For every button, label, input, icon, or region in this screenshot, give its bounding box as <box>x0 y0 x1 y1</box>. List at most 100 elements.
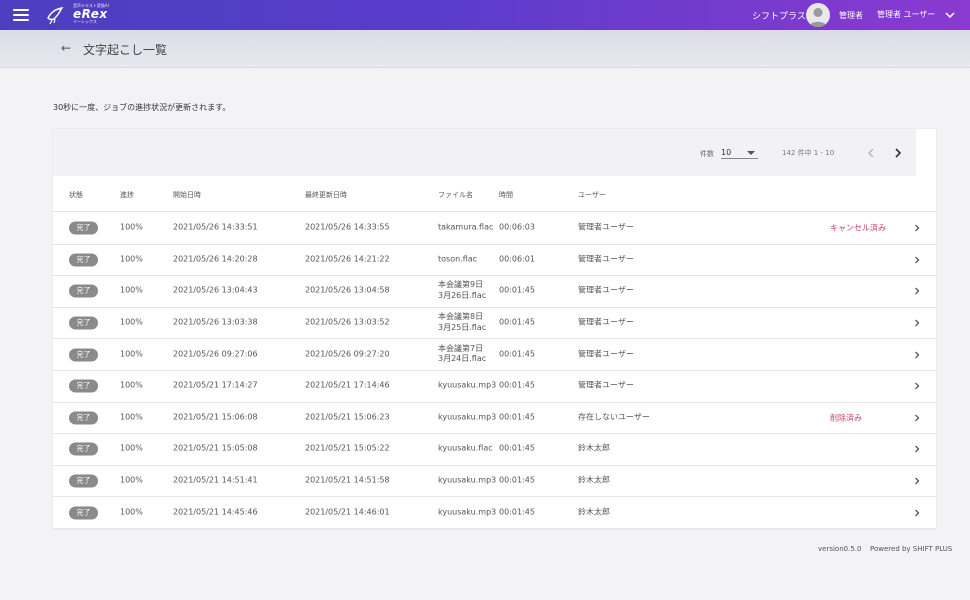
table-row[interactable]: 完了 100% 2021/05/26 14:20:28 2021/05/26 14:2… <box>53 245 936 277</box>
cell-updated-time: 2021/05/26 14:21:22 <box>305 254 390 264</box>
table-row[interactable]: 完了 100% 2021/05/26 09:27:06 2021/05/26 09:2… <box>53 339 936 371</box>
status-badge: 完了 <box>69 379 98 393</box>
cell-start-time: 2021/05/21 15:06:08 <box>173 412 258 422</box>
cell-duration: 00:01:45 <box>499 286 535 296</box>
chevron-right-icon[interactable] <box>913 476 921 486</box>
bird-logo-icon <box>47 7 64 25</box>
chevron-right-icon[interactable] <box>913 444 921 454</box>
pagination-bar: 件数 10 142 件中 1 - 10 <box>53 129 916 176</box>
cell-file-name: kyuusaku.flac <box>438 444 493 454</box>
cell-user: 管理者ユーザー <box>578 254 634 264</box>
cell-duration: 00:06:03 <box>499 222 535 232</box>
cell-duration: 00:01:45 <box>499 507 535 517</box>
app-logo[interactable]: 音声テキスト変換AI eRex イーレックス <box>45 3 109 25</box>
cell-file-name: takamura.flac <box>438 222 494 232</box>
cell-file-name: 本会議第8日 3月25日.flac <box>438 312 487 333</box>
cell-start-time: 2021/05/21 14:51:41 <box>173 475 258 485</box>
hamburger-menu-icon[interactable] <box>10 7 32 23</box>
column-header-updated[interactable]: 最終更新日時 <box>305 190 347 200</box>
cell-updated-time: 2021/05/21 14:51:58 <box>305 475 390 485</box>
cell-updated-time: 2021/05/21 14:46:01 <box>305 507 390 517</box>
cell-user: 鈴木太郎 <box>578 444 610 454</box>
table-header: 状態 進捗 開始日時 最終更新日時 ファイル名 時間 ユーザー <box>53 176 936 212</box>
user-menu-button[interactable]: 管理者 ユーザー <box>877 9 955 20</box>
cell-progress: 100% <box>120 222 143 232</box>
cell-updated-time: 2021/05/21 17:14:46 <box>305 380 390 390</box>
column-header-user[interactable]: ユーザー <box>578 190 606 200</box>
chevron-down-icon <box>945 11 955 18</box>
table-row[interactable]: 完了 100% 2021/05/21 15:06:08 2021/05/21 15:0… <box>53 403 936 435</box>
table-row[interactable]: 完了 100% 2021/05/21 14:51:41 2021/05/21 14:5… <box>53 466 936 498</box>
cell-user: 鈴木太郎 <box>578 507 610 517</box>
chevron-right-icon[interactable] <box>891 146 905 160</box>
page-header: ← 文字起こし一覧 <box>0 30 970 68</box>
cell-file-name: toson.flac <box>438 254 478 264</box>
cell-start-time: 2021/05/26 14:33:51 <box>173 222 258 232</box>
status-badge: 完了 <box>69 506 98 520</box>
chevron-right-icon[interactable] <box>913 286 921 296</box>
jobs-table-card: 件数 10 142 件中 1 - 10 状態 進捗 開始日時 最終更新日時 ファ… <box>53 129 936 529</box>
table-row[interactable]: 完了 100% 2021/05/21 14:45:46 2021/05/21 14:4… <box>53 497 936 529</box>
cell-progress: 100% <box>120 475 143 485</box>
per-page-label: 件数 <box>700 150 714 158</box>
cell-progress: 100% <box>120 254 143 264</box>
cell-user: 存在しないユーザー <box>578 412 650 422</box>
table-row[interactable]: 完了 100% 2021/05/26 13:04:43 2021/05/26 13:0… <box>53 276 936 308</box>
column-header-status[interactable]: 状態 <box>69 190 83 200</box>
status-badge: 完了 <box>69 316 98 330</box>
cell-updated-time: 2021/05/26 09:27:20 <box>305 349 390 359</box>
cell-duration: 00:01:45 <box>499 412 535 422</box>
status-badge: 完了 <box>69 253 98 267</box>
organization-name: シフトプラス <box>752 12 806 22</box>
cell-duration: 00:01:45 <box>499 475 535 485</box>
chevron-right-icon[interactable] <box>913 318 921 328</box>
table-row[interactable]: 完了 100% 2021/05/26 14:33:51 2021/05/26 14:3… <box>53 213 936 245</box>
status-badge: 完了 <box>69 442 98 456</box>
per-page-select[interactable]: 10 <box>721 145 758 159</box>
cell-updated-time: 2021/05/21 15:05:22 <box>305 444 390 454</box>
logo-tagline: 音声テキスト変換AI <box>73 3 109 8</box>
cell-duration: 00:01:45 <box>499 444 535 454</box>
status-badge: 完了 <box>69 474 98 488</box>
cell-updated-time: 2021/05/21 15:06:23 <box>305 412 390 422</box>
chevron-right-icon[interactable] <box>913 508 921 518</box>
cell-file-name: kyuusaku.mp3 <box>438 507 497 517</box>
pagination-range: 142 件中 1 - 10 <box>782 149 835 157</box>
status-badge: 完了 <box>69 221 98 235</box>
cell-file-name: 本会議第9日 3月26日.flac <box>438 280 487 301</box>
column-header-file[interactable]: ファイル名 <box>438 190 473 200</box>
chevron-right-icon[interactable] <box>913 350 921 360</box>
refresh-notice: 30秒に一度、ジョブの進捗状況が更新されます。 <box>53 103 231 112</box>
chevron-left-icon[interactable] <box>864 146 878 160</box>
cell-duration: 00:01:45 <box>499 380 535 390</box>
logo-subtitle: イーレックス <box>73 19 97 24</box>
cell-file-name: kyuusaku.mp3 <box>438 412 497 422</box>
cell-duration: 00:06:01 <box>499 254 535 264</box>
table-row[interactable]: 完了 100% 2021/05/21 15:05:08 2021/05/21 15:0… <box>53 434 936 466</box>
chevron-right-icon[interactable] <box>913 255 921 265</box>
user-role: 管理者 <box>839 11 863 20</box>
table-row[interactable]: 完了 100% 2021/05/21 17:14:27 2021/05/21 17:1… <box>53 371 936 403</box>
cell-updated-time: 2021/05/26 13:04:58 <box>305 286 390 296</box>
column-header-start[interactable]: 開始日時 <box>173 190 201 200</box>
avatar-person-icon <box>809 8 827 27</box>
cell-user: 管理者ユーザー <box>578 349 634 359</box>
status-badge: 完了 <box>69 411 98 425</box>
status-badge: 完了 <box>69 348 98 362</box>
column-header-duration[interactable]: 時間 <box>499 190 513 200</box>
chevron-right-icon[interactable] <box>913 381 921 391</box>
cell-start-time: 2021/05/26 09:27:06 <box>173 349 258 359</box>
cell-progress: 100% <box>120 444 143 454</box>
arrow-left-icon[interactable]: ← <box>61 41 71 55</box>
table-row[interactable]: 完了 100% 2021/05/26 13:03:38 2021/05/26 13:0… <box>53 308 936 340</box>
chevron-right-icon[interactable] <box>913 223 921 233</box>
page-title: 文字起こし一覧 <box>83 43 168 57</box>
dropdown-arrow-icon <box>747 151 755 155</box>
cell-progress: 100% <box>120 317 143 327</box>
cell-file-name: 本会議第7日 3月24日.flac <box>438 343 487 364</box>
chevron-right-icon[interactable] <box>913 413 921 423</box>
column-header-progress[interactable]: 進捗 <box>120 190 134 200</box>
cell-progress: 100% <box>120 286 143 296</box>
user-avatar-icon[interactable] <box>806 3 830 27</box>
status-badge: 完了 <box>69 284 98 298</box>
